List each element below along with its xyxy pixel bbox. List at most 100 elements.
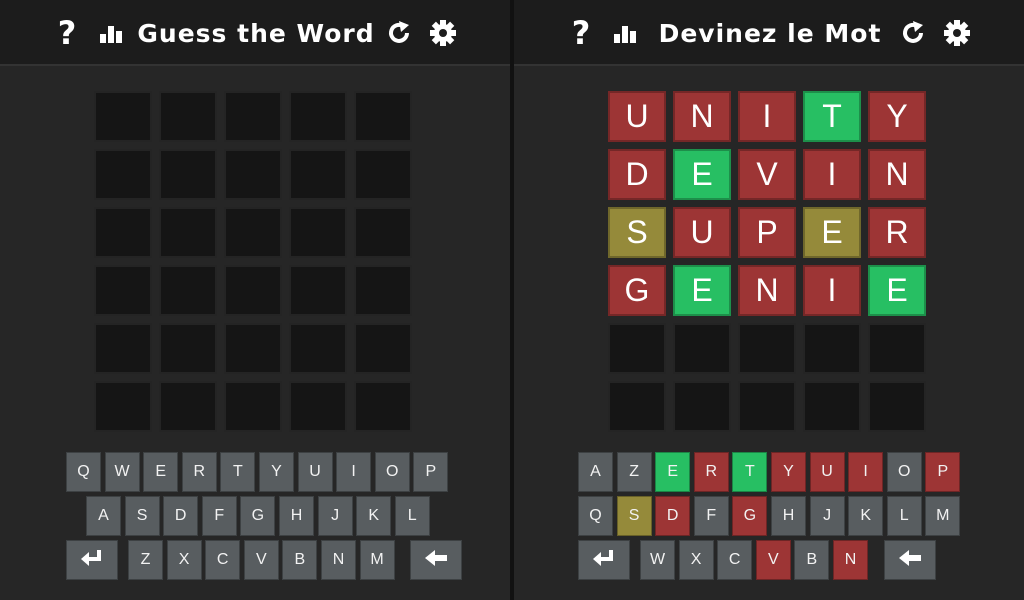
game-board bbox=[94, 91, 418, 439]
board-tile bbox=[868, 381, 926, 432]
key-b[interactable]: B bbox=[282, 540, 318, 580]
backspace-key[interactable] bbox=[883, 540, 936, 580]
keyboard-row: QWERTYUIOP bbox=[66, 452, 452, 492]
board-tile bbox=[354, 381, 412, 432]
key-z[interactable]: Z bbox=[616, 452, 652, 492]
board-tile bbox=[94, 265, 152, 316]
key-f[interactable]: F bbox=[201, 496, 237, 536]
settings-icon[interactable] bbox=[424, 14, 462, 52]
board-tile bbox=[354, 323, 412, 374]
key-c[interactable]: C bbox=[205, 540, 241, 580]
key-n[interactable]: N bbox=[320, 540, 356, 580]
key-w[interactable]: W bbox=[104, 452, 140, 492]
key-b[interactable]: B bbox=[794, 540, 830, 580]
board-tile bbox=[159, 149, 217, 200]
board-tile bbox=[224, 265, 282, 316]
board-row bbox=[608, 381, 932, 432]
board-tile: U bbox=[608, 91, 666, 142]
key-m[interactable]: M bbox=[359, 540, 395, 580]
key-n[interactable]: N bbox=[832, 540, 868, 580]
key-a[interactable]: A bbox=[578, 452, 613, 492]
key-j[interactable]: J bbox=[317, 496, 353, 536]
key-o[interactable]: O bbox=[886, 452, 922, 492]
key-i[interactable]: I bbox=[848, 452, 884, 492]
keyboard-row: ZXCVBNM bbox=[66, 540, 466, 580]
key-v[interactable]: V bbox=[243, 540, 279, 580]
key-q[interactable]: Q bbox=[66, 452, 101, 492]
board-row: SUPER bbox=[608, 207, 932, 258]
board-tile bbox=[673, 323, 731, 374]
board-tile: P bbox=[738, 207, 796, 258]
backspace-icon bbox=[897, 549, 923, 572]
key-d[interactable]: D bbox=[163, 496, 199, 536]
board-row: GENIE bbox=[608, 265, 932, 316]
help-icon[interactable]: ? bbox=[50, 14, 84, 52]
french-game-panel: ? Devinez le Mot UNITYDEVINSUPERGENIE AZ… bbox=[514, 0, 1024, 600]
board-tile bbox=[94, 149, 152, 200]
board-tile bbox=[224, 207, 282, 258]
key-w[interactable]: W bbox=[640, 540, 675, 580]
game-board: UNITYDEVINSUPERGENIE bbox=[608, 91, 932, 439]
key-t[interactable]: T bbox=[732, 452, 768, 492]
enter-key[interactable] bbox=[66, 540, 118, 580]
board-tile: G bbox=[608, 265, 666, 316]
key-k[interactable]: K bbox=[356, 496, 392, 536]
board-tile bbox=[673, 381, 731, 432]
key-z[interactable]: Z bbox=[128, 540, 163, 580]
board-row bbox=[94, 265, 418, 316]
stats-icon[interactable] bbox=[610, 14, 644, 52]
restart-icon[interactable] bbox=[896, 14, 930, 52]
key-s[interactable]: S bbox=[616, 496, 652, 536]
key-x[interactable]: X bbox=[166, 540, 202, 580]
board-tile bbox=[354, 149, 412, 200]
board-tile: I bbox=[803, 265, 861, 316]
enter-key[interactable] bbox=[578, 540, 630, 580]
key-h[interactable]: H bbox=[770, 496, 806, 536]
key-s[interactable]: S bbox=[124, 496, 160, 536]
board-tile bbox=[224, 149, 282, 200]
board-tile bbox=[289, 323, 347, 374]
key-m[interactable]: M bbox=[925, 496, 961, 536]
key-l[interactable]: L bbox=[886, 496, 922, 536]
header: ? Guess the Word bbox=[0, 0, 510, 66]
key-y[interactable]: Y bbox=[258, 452, 294, 492]
key-p[interactable]: P bbox=[925, 452, 961, 492]
board-tile bbox=[354, 265, 412, 316]
board-tile bbox=[159, 91, 217, 142]
key-a[interactable]: A bbox=[86, 496, 121, 536]
key-r[interactable]: R bbox=[693, 452, 729, 492]
key-u[interactable]: U bbox=[297, 452, 333, 492]
key-g[interactable]: G bbox=[732, 496, 768, 536]
key-e[interactable]: E bbox=[655, 452, 691, 492]
key-g[interactable]: G bbox=[240, 496, 276, 536]
key-o[interactable]: O bbox=[374, 452, 410, 492]
backspace-key[interactable] bbox=[410, 540, 463, 580]
restart-icon[interactable] bbox=[382, 14, 416, 52]
key-f[interactable]: F bbox=[693, 496, 729, 536]
key-q[interactable]: Q bbox=[578, 496, 613, 536]
key-h[interactable]: H bbox=[278, 496, 314, 536]
help-icon[interactable]: ? bbox=[564, 14, 598, 52]
board-tile bbox=[738, 381, 796, 432]
key-x[interactable]: X bbox=[678, 540, 714, 580]
key-e[interactable]: E bbox=[143, 452, 179, 492]
key-v[interactable]: V bbox=[755, 540, 791, 580]
board-tile bbox=[803, 381, 861, 432]
key-l[interactable]: L bbox=[394, 496, 430, 536]
keyboard-row: WXCVBN bbox=[578, 540, 939, 580]
key-y[interactable]: Y bbox=[770, 452, 806, 492]
board-row bbox=[94, 91, 418, 142]
key-c[interactable]: C bbox=[717, 540, 753, 580]
key-p[interactable]: P bbox=[413, 452, 449, 492]
settings-icon[interactable] bbox=[938, 14, 976, 52]
board-row bbox=[94, 381, 418, 432]
key-t[interactable]: T bbox=[220, 452, 256, 492]
key-r[interactable]: R bbox=[181, 452, 217, 492]
key-d[interactable]: D bbox=[655, 496, 691, 536]
key-k[interactable]: K bbox=[848, 496, 884, 536]
key-j[interactable]: J bbox=[809, 496, 845, 536]
board-tile: T bbox=[803, 91, 861, 142]
key-u[interactable]: U bbox=[809, 452, 845, 492]
stats-icon[interactable] bbox=[96, 14, 130, 52]
key-i[interactable]: I bbox=[336, 452, 372, 492]
